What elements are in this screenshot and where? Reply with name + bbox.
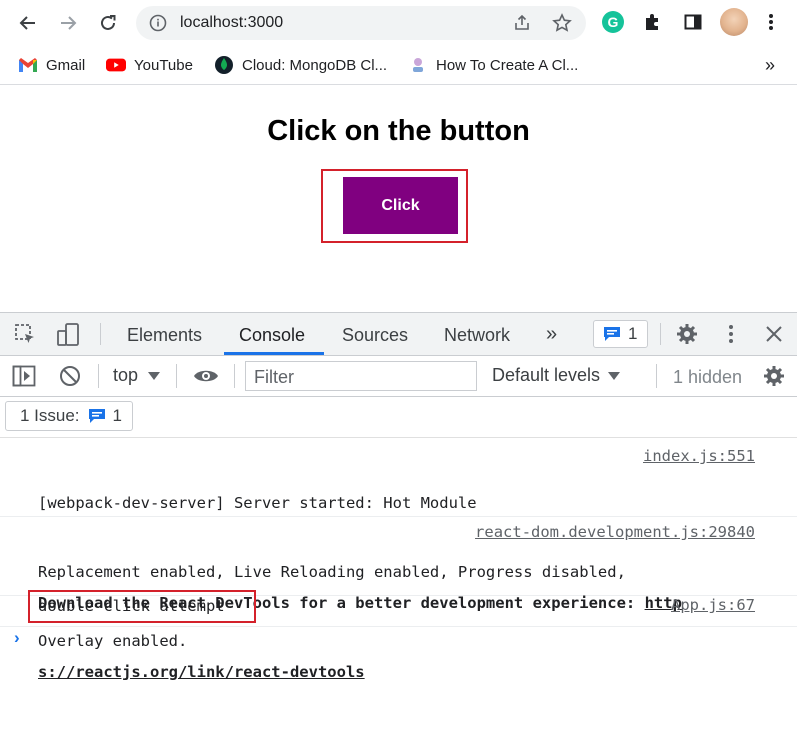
back-button[interactable] [13, 8, 43, 38]
forward-button[interactable] [53, 8, 83, 38]
reload-button[interactable] [93, 8, 123, 38]
extensions-button[interactable] [640, 9, 666, 35]
bookmark-star-icon[interactable] [552, 13, 572, 33]
dropdown-arrow-icon [608, 371, 621, 380]
message-icon [603, 326, 621, 342]
side-panel-button[interactable] [680, 9, 706, 35]
bookmark-youtube[interactable]: YouTube [106, 54, 193, 76]
grammarly-extension[interactable]: G [600, 9, 626, 35]
toolbar-separator-4 [656, 364, 657, 388]
dropdown-arrow-icon [148, 371, 161, 380]
toolbar-separator-3 [234, 364, 235, 388]
gmail-icon [18, 56, 38, 74]
kebab-menu-icon [769, 14, 773, 30]
console-message: double click attempt App.js:67 [0, 590, 797, 627]
console-message: [webpack-dev-server] Server started: Hot… [0, 438, 797, 650]
reload-icon [101, 15, 116, 30]
bookmark-gmail[interactable]: Gmail [18, 54, 85, 76]
message-icon [88, 408, 106, 424]
bookmark-mongodb[interactable]: Cloud: MongoDB Cl... [214, 54, 387, 76]
side-panel-icon [684, 14, 702, 30]
tab-elements[interactable]: Elements [127, 325, 202, 346]
toolbar-separator [98, 364, 99, 388]
filter-input[interactable]: Filter [245, 361, 477, 391]
source-link[interactable]: react-dom.development.js:29840 [475, 523, 755, 541]
info-icon[interactable] [148, 13, 168, 33]
tab-sources[interactable]: Sources [342, 325, 408, 346]
log-levels-dropdown[interactable]: Default levels [492, 365, 621, 386]
close-icon[interactable] [765, 325, 783, 348]
tabbar-separator-right [660, 323, 661, 345]
tab-network[interactable]: Network [444, 325, 510, 346]
source-link[interactable]: App.js:67 [671, 596, 755, 614]
grammarly-icon: G [602, 11, 624, 33]
console-message: react-dom.development.js:29840 Download … [0, 517, 797, 681]
inspect-element-icon[interactable] [14, 323, 38, 352]
tab-console[interactable]: Console [239, 325, 305, 346]
url-text: localhost:3000 [180, 14, 284, 31]
console-settings-gear-icon[interactable] [763, 365, 785, 392]
address-bar[interactable]: localhost:3000 [136, 6, 586, 40]
share-icon[interactable] [512, 13, 532, 33]
console-prompt-icon[interactable]: › [14, 628, 20, 648]
youtube-icon [106, 56, 126, 74]
more-tabs-button[interactable]: » [546, 323, 557, 346]
settings-gear-icon[interactable] [676, 323, 698, 350]
issues-button[interactable]: 1 Issue: 1 [5, 401, 133, 431]
clear-console-icon[interactable] [59, 365, 81, 392]
hidden-count: 1 hidden [673, 367, 743, 387]
page-viewport: Click on the button Click [0, 85, 797, 312]
live-expression-eye-icon[interactable] [193, 366, 219, 391]
context-selector[interactable]: top [113, 365, 161, 386]
bookmark-page-icon [408, 56, 428, 74]
page-title: Click on the button [267, 115, 530, 147]
console-toolbar: top Filter Default levels 1 hidden [0, 356, 797, 397]
active-tab-indicator [224, 352, 324, 355]
bookmark-how-to-create[interactable]: How To Create A Cl... [408, 54, 578, 76]
device-toolbar-icon[interactable] [56, 322, 82, 353]
devtools-panel: Elements Console Sources Network » 1 top… [0, 312, 797, 707]
source-link[interactable]: index.js:551 [643, 447, 755, 465]
bookmarks-bar: Gmail YouTube Cloud: MongoDB Cl... How T… [0, 46, 797, 85]
click-button[interactable]: Click [343, 177, 458, 234]
mongodb-icon [214, 56, 234, 74]
devtools-link-continued[interactable]: s://reactjs.org/link/react-devtools [38, 663, 365, 681]
devtools-menu-icon[interactable] [728, 324, 734, 349]
arrow-left-icon [19, 16, 35, 30]
profile-avatar[interactable] [720, 8, 748, 36]
browser-toolbar: localhost:3000 G [0, 0, 797, 46]
puzzle-icon [646, 14, 658, 30]
sidebar-toggle-icon[interactable] [12, 365, 36, 392]
issues-bar: 1 Issue: 1 [0, 397, 797, 438]
arrow-right-icon [61, 16, 77, 30]
toolbar-separator-2 [176, 364, 177, 388]
devtools-tabbar: Elements Console Sources Network » 1 [0, 313, 797, 356]
more-bookmarks-button[interactable]: » [765, 54, 775, 76]
tabbar-separator [100, 323, 101, 345]
browser-menu-button[interactable] [758, 9, 784, 35]
issues-badge-button[interactable]: 1 [593, 320, 648, 348]
